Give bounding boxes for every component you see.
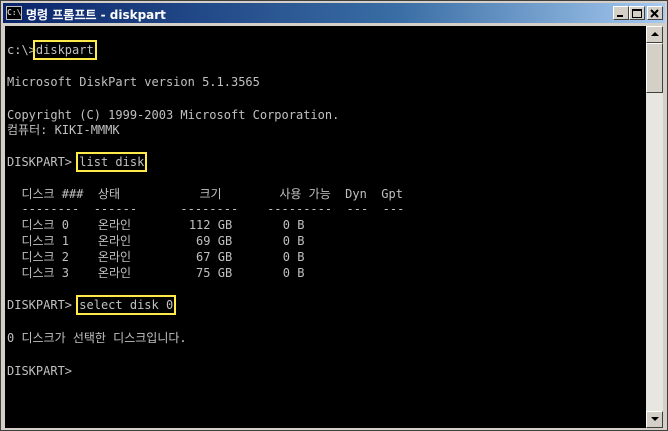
close-icon bbox=[650, 9, 659, 18]
highlighted-command: select disk 0 bbox=[76, 295, 177, 315]
maximize-button[interactable] bbox=[629, 6, 645, 20]
computer-name-line: 컴퓨터: KIKI-MMMK bbox=[7, 123, 120, 137]
command-prompt-window: C:\ 명령 프롬프트 - diskpart c:\>diskpart Micr… bbox=[0, 0, 668, 431]
scroll-up-button[interactable] bbox=[646, 26, 663, 43]
arrow-down-icon bbox=[651, 417, 659, 421]
close-button[interactable] bbox=[647, 6, 663, 20]
disk-table-row: 디스크 1 온라인 69 GB 0 B bbox=[7, 234, 305, 248]
disk-table-header: 디스크 ### 상태 크기 사용 가능 Dyn Gpt bbox=[7, 187, 403, 201]
version-line: Microsoft DiskPart version 5.1.3565 bbox=[7, 75, 260, 89]
scroll-thumb[interactable] bbox=[646, 43, 663, 93]
copyright-line: Copyright (C) 1999-2003 Microsoft Corpor… bbox=[7, 108, 340, 122]
disk-table-rule: -------- ------ -------- --------- --- -… bbox=[7, 202, 405, 216]
minimize-icon bbox=[617, 15, 623, 17]
vertical-scrollbar[interactable] bbox=[646, 26, 663, 428]
console-output[interactable]: c:\>diskpart Microsoft DiskPart version … bbox=[5, 26, 646, 428]
prompt: DISKPART> bbox=[7, 155, 73, 169]
highlighted-command: list disk bbox=[76, 152, 148, 172]
command-line-3: DISKPART> select disk 0 bbox=[7, 295, 177, 315]
command-line-1: c:\>diskpart bbox=[7, 40, 97, 60]
title-bar[interactable]: C:\ 명령 프롬프트 - diskpart bbox=[3, 3, 665, 23]
window-title: 명령 프롬프트 - diskpart bbox=[26, 8, 166, 22]
result-line: 0 디스크가 선택한 디스크입니다. bbox=[7, 331, 187, 345]
disk-table-row: 디스크 0 온라인 112 GB 0 B bbox=[7, 218, 305, 232]
console-icon[interactable]: C:\ bbox=[6, 6, 22, 20]
highlighted-command: diskpart bbox=[32, 40, 97, 60]
disk-table-row: 디스크 3 온라인 75 GB 0 B bbox=[7, 266, 305, 280]
disk-table-row: 디스크 2 온라인 67 GB 0 B bbox=[7, 250, 305, 264]
scroll-down-button[interactable] bbox=[646, 411, 663, 428]
maximize-icon bbox=[632, 9, 642, 18]
command-line-2: DISKPART> list disk bbox=[7, 152, 148, 172]
minimize-button[interactable] bbox=[613, 6, 629, 20]
command-line-4: DISKPART> bbox=[7, 364, 73, 378]
arrow-up-icon bbox=[651, 32, 659, 36]
prompt: DISKPART> bbox=[7, 298, 73, 312]
prompt: c:\> bbox=[7, 43, 36, 57]
